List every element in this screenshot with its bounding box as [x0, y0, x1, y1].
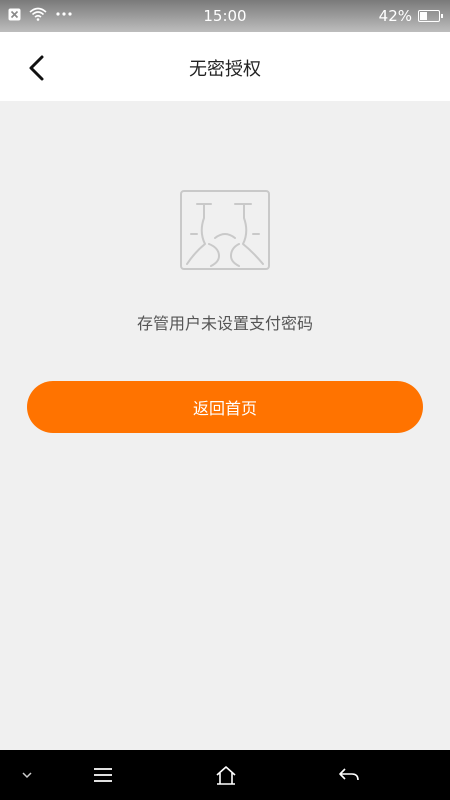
back-arrow-icon [339, 768, 359, 781]
home-icon [216, 766, 236, 785]
chevron-down-icon [22, 772, 32, 779]
status-right: 42% [378, 7, 443, 25]
battery-level-fill [420, 12, 428, 20]
system-back-button[interactable] [334, 762, 364, 788]
battery-percentage: 42% [378, 7, 412, 25]
battery-icon [418, 10, 443, 22]
return-home-button[interactable]: 返回首页 [27, 381, 423, 433]
menu-button[interactable] [88, 762, 118, 788]
page-title: 无密授权 [189, 59, 261, 80]
status-message: 存管用户未设置支付密码 [136, 314, 313, 333]
collapse-button[interactable] [12, 762, 42, 788]
status-bar: 15:00 42% [0, 0, 450, 32]
crying-face-icon [180, 190, 270, 270]
system-navigation-bar [0, 750, 450, 800]
nav-bar: 无密授权 [0, 32, 450, 101]
home-button[interactable] [211, 762, 241, 788]
menu-icon [94, 768, 112, 782]
